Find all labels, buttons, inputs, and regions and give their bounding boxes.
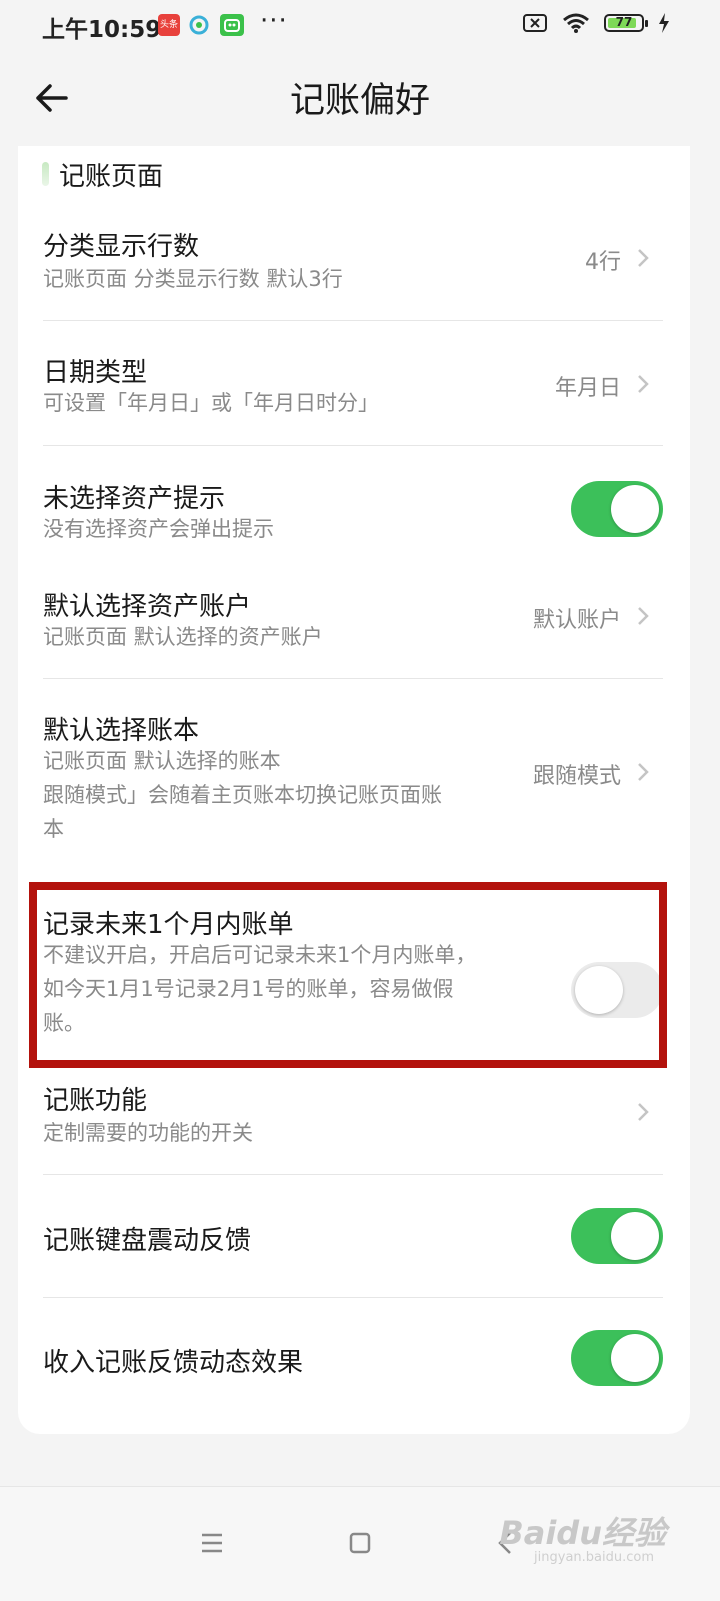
toggle-knob	[611, 485, 659, 533]
setting-title: 记录未来1个月内账单	[43, 910, 294, 940]
setting-desc: 定制需要的功能的开关	[43, 1121, 253, 1145]
setting-desc: 可设置「年月日」或「年月日时分」	[43, 391, 379, 415]
desc-line: 跟随模式」会随着主页账本切换记账页面账	[43, 783, 442, 807]
setting-title: 分类显示行数	[43, 232, 200, 262]
watermark-url: jingyan.baidu.com	[534, 1550, 654, 1565]
setting-desc: 不建议开启，开启后可记录未来1个月内账单， 如今天1月1号记录2月1号的账单，容…	[43, 938, 543, 1040]
wifi-icon	[563, 13, 589, 33]
toggle-knob	[611, 1334, 659, 1382]
baidu-watermark: Baidu经验	[499, 1514, 666, 1552]
setting-desc: 没有选择资产会弹出提示	[43, 517, 274, 541]
desc-line: 不建议开启，开启后可记录未来1个月内账单，	[43, 943, 477, 967]
section-title: 记账页面	[59, 161, 164, 192]
swirl-app-icon	[188, 14, 210, 36]
cat-app-icon	[220, 14, 244, 36]
setting-value: 默认账户	[532, 608, 621, 633]
divider	[43, 445, 663, 446]
setting-title: 未选择资产提示	[43, 484, 226, 514]
divider	[43, 320, 663, 321]
setting-desc: 记账页面 默认选择的账本 跟随模式」会随着主页账本切换记账页面账 本	[43, 744, 513, 846]
chevron-right-icon	[638, 607, 649, 625]
chevron-right-icon	[638, 763, 649, 781]
setting-value: 4行	[585, 250, 621, 275]
setting-keyboard-vibration: 记账键盘震动反馈	[43, 1206, 663, 1266]
page-title: 记账偏好	[289, 81, 430, 121]
keyboard-vibration-toggle[interactable]	[571, 1208, 663, 1264]
setting-title: 默认选择账本	[43, 716, 200, 746]
header: 记账偏好	[0, 52, 720, 144]
setting-title: 记账功能	[43, 1086, 148, 1116]
chevron-right-icon	[638, 375, 649, 393]
setting-desc: 记账页面 默认选择的资产账户	[43, 625, 323, 649]
asset-prompt-toggle[interactable]	[571, 481, 663, 537]
toggle-knob	[611, 1212, 659, 1260]
setting-title: 日期类型	[43, 358, 148, 388]
status-time: 上午10:59	[42, 17, 162, 43]
status-indicators: 77	[522, 12, 670, 34]
chevron-right-icon	[638, 249, 649, 267]
home-square-icon	[349, 1532, 371, 1554]
menu-button[interactable]	[190, 1521, 234, 1565]
chevron-right-icon	[638, 1103, 649, 1121]
more-notifications-icon: ···	[260, 6, 288, 36]
desc-line: 如今天1月1号记录2月1号的账单，容易做假	[43, 977, 454, 1001]
setting-asset-prompt: 未选择资产提示 没有选择资产会弹出提示	[43, 472, 663, 562]
future-bills-toggle[interactable]	[571, 962, 663, 1018]
desc-line: 账。	[43, 1011, 85, 1035]
divider	[43, 678, 663, 679]
section-header: 记账页面	[42, 154, 163, 194]
setting-title: 收入记账反馈动态效果	[43, 1348, 304, 1378]
section-accent-bar	[42, 162, 49, 186]
toggle-knob	[575, 966, 623, 1014]
setting-default-book[interactable]: 默认选择账本 记账页面 默认选择的账本 跟随模式」会随着主页账本切换记账页面账 …	[43, 708, 663, 848]
divider	[43, 1174, 663, 1175]
income-feedback-toggle[interactable]	[571, 1330, 663, 1386]
battery-level: 77	[615, 15, 633, 29]
setting-future-bills: 记录未来1个月内账单 不建议开启，开启后可记录未来1个月内账单， 如今天1月1号…	[43, 902, 663, 1042]
battery-icon: 77	[604, 14, 648, 32]
home-button[interactable]	[338, 1521, 382, 1565]
settings-card: 记账页面 分类显示行数 记账页面 分类显示行数 默认3行 4行 日期类型 可设置…	[18, 146, 690, 1434]
setting-default-asset-account[interactable]: 默认选择资产账户 记账页面 默认选择的资产账户 默认账户	[43, 582, 663, 678]
divider	[43, 1297, 663, 1298]
setting-income-feedback: 收入记账反馈动态效果	[43, 1328, 663, 1388]
setting-value: 年月日	[554, 376, 621, 401]
desc-line: 记账页面 默认选择的账本	[43, 749, 281, 773]
setting-desc: 记账页面 分类显示行数 默认3行	[43, 267, 343, 291]
desc-line: 本	[43, 817, 64, 841]
setting-bookkeeping-features[interactable]: 记账功能 定制需要的功能的开关	[43, 1080, 663, 1170]
setting-category-rows[interactable]: 分类显示行数 记账页面 分类显示行数 默认3行 4行	[43, 220, 663, 320]
toutiao-app-icon: 头条	[158, 14, 180, 36]
setting-value: 跟随模式	[532, 764, 621, 789]
setting-title: 默认选择资产账户	[43, 592, 252, 622]
sim-off-icon	[523, 14, 547, 32]
status-bar: 上午10:59 头条 ··· 77	[0, 0, 720, 52]
charging-icon	[659, 13, 669, 33]
setting-title: 记账键盘震动反馈	[43, 1226, 252, 1256]
menu-icon	[202, 1533, 222, 1553]
setting-date-type[interactable]: 日期类型 可设置「年月日」或「年月日时分」 年月日	[43, 344, 663, 444]
